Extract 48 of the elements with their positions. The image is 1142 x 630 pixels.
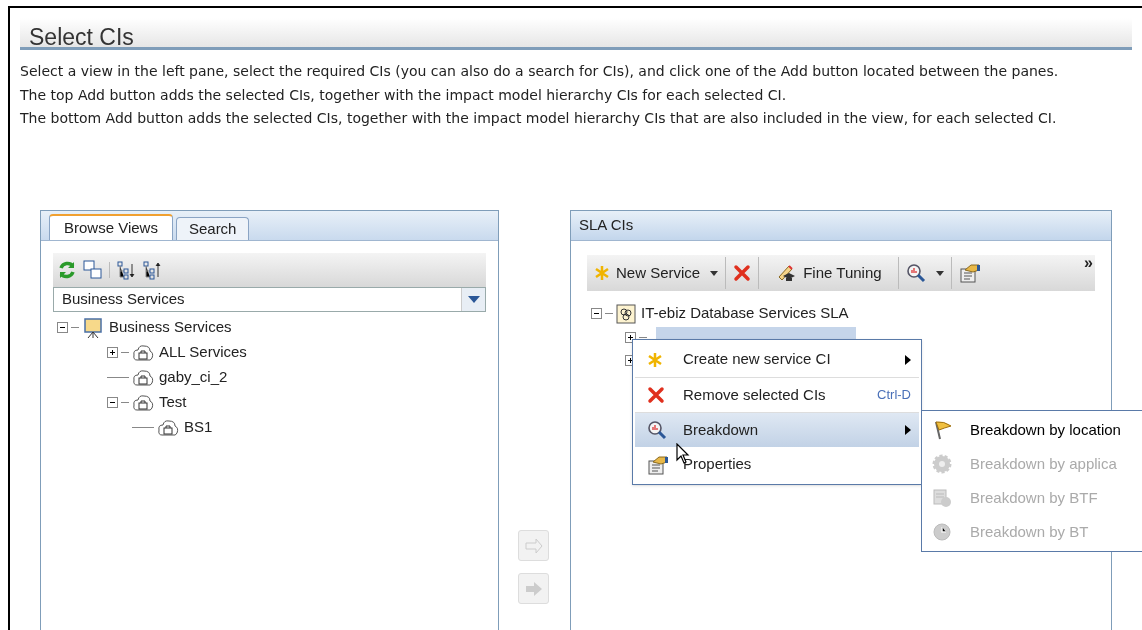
asterisk-icon [594, 265, 610, 281]
document-icon [932, 488, 952, 508]
menu-item[interactable]: Properties [635, 447, 919, 482]
properties-icon [647, 454, 669, 475]
tree-node-label[interactable]: Business Services [109, 316, 232, 339]
tree-node-label[interactable]: ALL Services [159, 341, 247, 364]
tree-node-label[interactable]: Test [159, 391, 187, 414]
easel-icon [82, 316, 104, 339]
asterisk-icon [647, 351, 663, 368]
magnifier-icon [905, 263, 926, 283]
collapse-tree-icon [142, 260, 162, 280]
fine-tuning-button[interactable]: Fine Tuning [758, 257, 898, 289]
description-text: The bottom Add button adds the selected CIs, together with the impact model hierarchy CIs that are also included in the view, for each selected CI. [20, 109, 1058, 128]
overflow-chevron[interactable]: » [1084, 251, 1093, 275]
menu-item[interactable]: Create new service CI [635, 342, 919, 377]
arrow-icon [524, 580, 543, 597]
tree-node-label[interactable]: BS1 [184, 416, 213, 439]
arrow-icon [524, 537, 543, 554]
description-text: The top Add button adds the selected CIs, together with the impact model hierarchy CIs for each selected CI. [20, 85, 788, 105]
expand-tree-icon [116, 260, 136, 280]
menu-item[interactable]: Breakdown [635, 412, 919, 447]
flag-icon [932, 420, 954, 440]
service-icon [132, 342, 154, 363]
caret-icon [935, 270, 944, 276]
description-text: Select a view in the left pane, select the required CIs (you can also do a search for CIs), and click one of the Add button located between the panes. [20, 62, 1060, 81]
gear-icon [932, 454, 952, 474]
clock-icon [932, 522, 952, 542]
caret-icon [710, 270, 719, 276]
close-icon [733, 264, 752, 282]
panel-title: SLA CIs [579, 215, 634, 236]
service-icon [157, 417, 179, 438]
properties-icon [958, 263, 981, 283]
service-icon [132, 367, 154, 388]
new-service-button[interactable]: New Service [587, 257, 726, 289]
menu-item[interactable]: Breakdown by location [922, 413, 1142, 447]
dropdown-arrow-icon [467, 295, 480, 304]
tab[interactable]: Search [175, 217, 250, 240]
sla-icon [616, 303, 636, 324]
magnifier-icon [647, 420, 667, 440]
service-icon [132, 392, 154, 413]
page-title: Select CIs [28, 23, 134, 52]
close-icon [647, 386, 665, 404]
tree-node-label[interactable]: gaby_ci_2 [159, 366, 228, 389]
tree-node-label[interactable]: IT-ebiz Database Services SLA [641, 302, 849, 325]
tab[interactable]: Browse Views [49, 214, 173, 240]
view-dropdown[interactable]: Business Services [53, 287, 486, 312]
windows-icon [83, 260, 103, 280]
refresh-icon [57, 260, 77, 280]
